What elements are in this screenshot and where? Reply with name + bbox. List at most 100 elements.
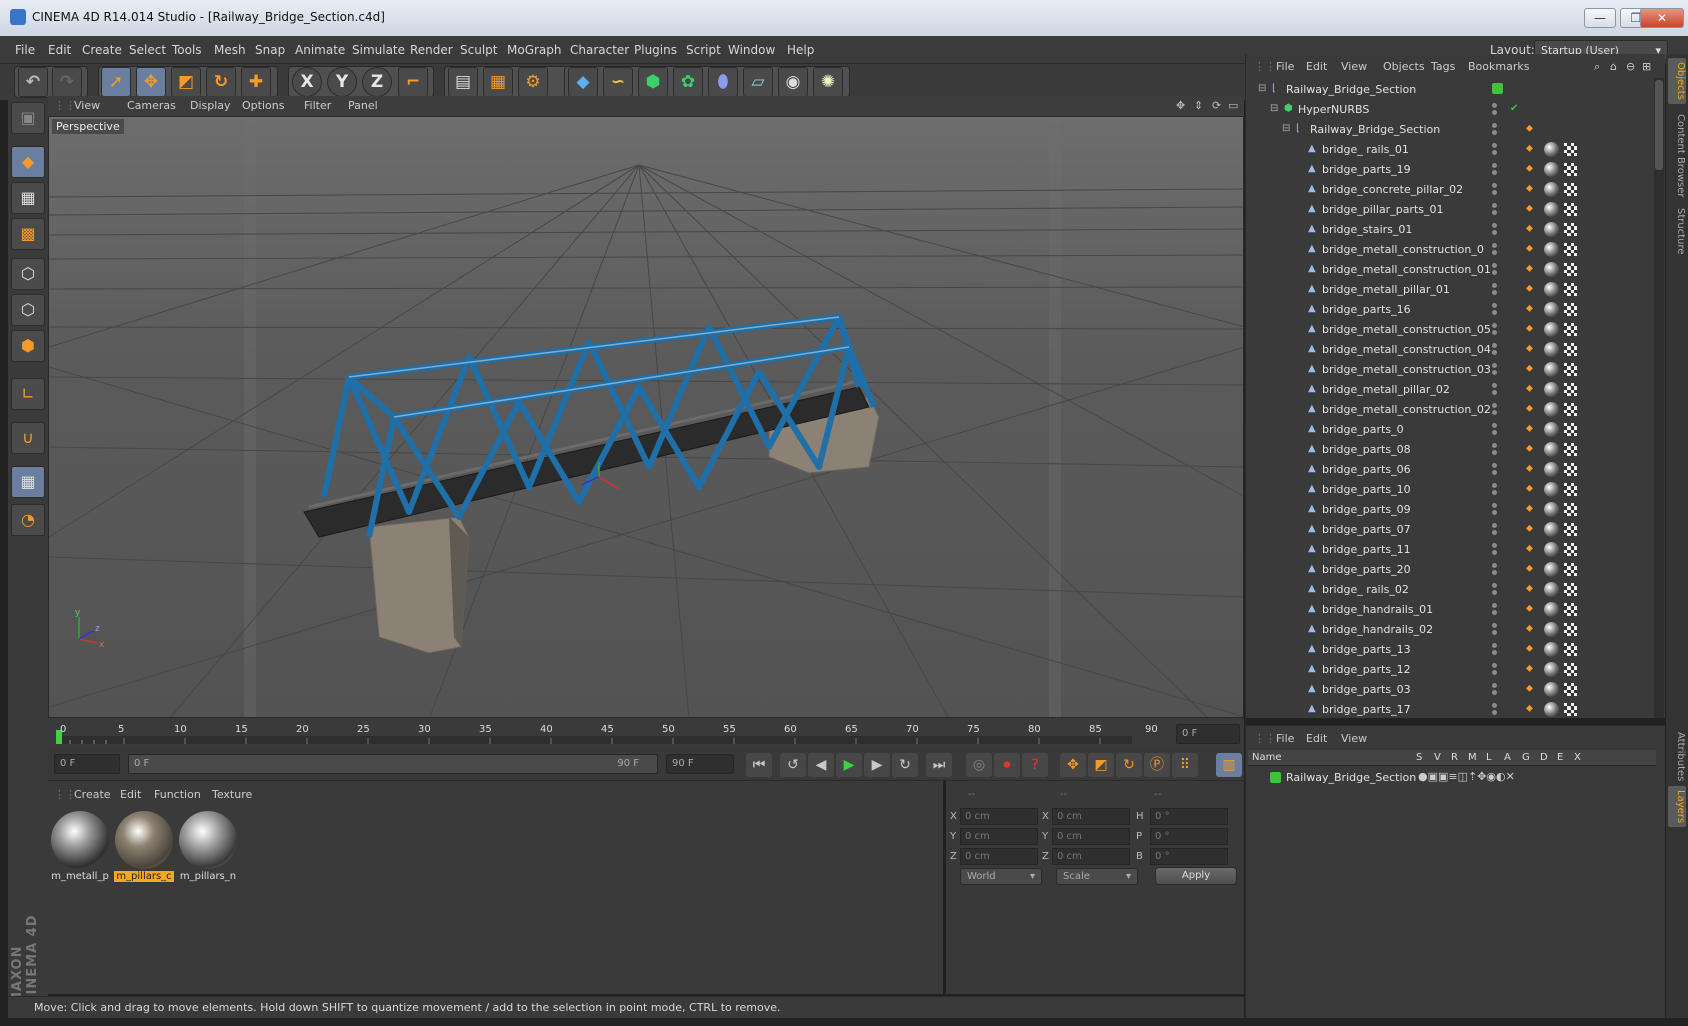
start-frame-field[interactable]: 0 F xyxy=(54,754,120,774)
rot-b-field[interactable]: 0 ° xyxy=(1150,848,1228,865)
uvw-tag-icon[interactable] xyxy=(1564,163,1577,176)
material-tag-icon[interactable] xyxy=(1544,422,1559,437)
new-panel-icon[interactable]: ⊞ xyxy=(1642,60,1651,73)
uvw-tag-icon[interactable] xyxy=(1564,143,1577,156)
current-frame-field[interactable]: 0 F xyxy=(1176,724,1240,744)
cube-icon[interactable]: ◆ xyxy=(568,67,598,97)
menu-script[interactable]: Script xyxy=(686,43,721,57)
coord-type-select[interactable]: Scale ▾ xyxy=(1056,868,1138,885)
layer-col-r[interactable]: R xyxy=(1451,752,1458,763)
phong-tag-icon[interactable]: ⬥ xyxy=(1526,224,1536,234)
object-row[interactable]: ▲ bridge_parts_10 ⬥ xyxy=(1248,480,1650,499)
visibility-dots[interactable] xyxy=(1492,363,1504,377)
material-tag-icon[interactable] xyxy=(1544,462,1559,477)
camera-icon[interactable]: ◉ xyxy=(778,67,808,97)
expand-toggle-icon[interactable]: ⊟ xyxy=(1282,124,1292,134)
object-row[interactable]: ▲ bridge_metall_construction_0 ⬥ xyxy=(1248,240,1650,259)
material-tag-icon[interactable] xyxy=(1544,622,1559,637)
menu-file[interactable]: File xyxy=(15,43,35,57)
menu-render[interactable]: Render xyxy=(410,43,453,57)
axis-mode-icon[interactable]: ∟ xyxy=(11,378,45,410)
layer-col-g[interactable]: G xyxy=(1522,752,1530,763)
prev-frame-icon[interactable]: ◀ xyxy=(808,753,834,777)
home-icon[interactable]: ⌂ xyxy=(1610,60,1617,73)
viewport-nav-zoom-icon[interactable]: ⇕ xyxy=(1194,99,1203,112)
search-icon[interactable]: ⌕ xyxy=(1594,60,1600,74)
tab-structure[interactable]: Structure xyxy=(1668,204,1686,259)
menu-simulate[interactable]: Simulate xyxy=(352,43,405,57)
layer-col-e[interactable]: E xyxy=(1557,752,1563,763)
material-tag-icon[interactable] xyxy=(1544,142,1559,157)
object-scrollbar[interactable] xyxy=(1654,78,1664,718)
menu-sculpt[interactable]: Sculpt xyxy=(460,43,497,57)
phong-tag-icon[interactable]: ⬥ xyxy=(1526,264,1536,274)
timeline[interactable]: 0 5 10 15 20 25 30 35 40 45 50 55 60 65 … xyxy=(48,718,1244,748)
key-position-icon[interactable]: ✥ xyxy=(1060,753,1086,777)
uvw-tag-icon[interactable] xyxy=(1564,203,1577,216)
object-row[interactable]: ▲ bridge_parts_17 ⬥ xyxy=(1248,700,1650,719)
uvw-tag-icon[interactable] xyxy=(1564,703,1577,716)
phong-tag-icon[interactable]: ⬥ xyxy=(1526,384,1536,394)
viewport-nav-move-icon[interactable]: ✥ xyxy=(1176,99,1185,112)
visibility-dots[interactable] xyxy=(1492,343,1504,357)
material-tag-icon[interactable] xyxy=(1544,282,1559,297)
visibility-dots[interactable] xyxy=(1492,303,1504,317)
uvw-tag-icon[interactable] xyxy=(1564,223,1577,236)
undo-icon[interactable]: ↶ xyxy=(18,67,48,97)
uvw-tag-icon[interactable] xyxy=(1564,363,1577,376)
make-editable-icon[interactable]: ▣ xyxy=(11,102,45,134)
material-tag-icon[interactable] xyxy=(1544,602,1559,617)
layer-col-l[interactable]: L xyxy=(1486,752,1492,763)
edges-mode-icon[interactable]: ⬡ xyxy=(11,294,45,326)
phong-tag-icon[interactable]: ⬥ xyxy=(1526,484,1536,494)
mat-menu-edit[interactable]: Edit xyxy=(120,788,141,801)
move-icon[interactable]: ✥ xyxy=(136,67,166,97)
layer-menu-file[interactable]: File xyxy=(1276,732,1294,745)
material-swatch-selected[interactable]: m_pillars_c xyxy=(114,811,174,891)
phong-tag-icon[interactable]: ⬥ xyxy=(1526,124,1536,134)
material-tag-icon[interactable] xyxy=(1544,362,1559,377)
polygons-mode-icon[interactable]: ⬢ xyxy=(11,330,45,362)
phong-tag-icon[interactable]: ⬥ xyxy=(1526,524,1536,534)
obj-menu-tags[interactable]: Tags xyxy=(1431,60,1455,73)
material-tag-icon[interactable] xyxy=(1544,222,1559,237)
phong-tag-icon[interactable]: ⬥ xyxy=(1526,444,1536,454)
visibility-dots[interactable] xyxy=(1492,163,1504,177)
material-tag-icon[interactable] xyxy=(1544,202,1559,217)
visibility-dots[interactable] xyxy=(1492,243,1504,257)
uvw-tag-icon[interactable] xyxy=(1564,283,1577,296)
prev-key-icon[interactable]: ↺ xyxy=(780,753,806,777)
object-row[interactable]: ▲ bridge_ rails_02 ⬥ xyxy=(1248,580,1650,599)
phong-tag-icon[interactable]: ⬥ xyxy=(1526,604,1536,614)
uvw-tag-icon[interactable] xyxy=(1564,243,1577,256)
viewport-nav-rotate-icon[interactable]: ⟳ xyxy=(1212,99,1221,112)
object-row-hypernurbs[interactable]: ⊟ ⬢ HyperNURBS ✔ xyxy=(1248,100,1650,119)
phong-tag-icon[interactable]: ⬥ xyxy=(1526,504,1536,514)
visibility-dots[interactable] xyxy=(1492,183,1504,197)
size-x-field[interactable]: 0 cm xyxy=(1052,808,1130,825)
phong-tag-icon[interactable]: ⬥ xyxy=(1526,584,1536,594)
tab-objects[interactable]: Objects xyxy=(1668,58,1686,104)
uvw-tag-icon[interactable] xyxy=(1564,503,1577,516)
object-row[interactable]: ▲ bridge_metall_construction_01 ⬥ xyxy=(1248,260,1650,279)
menu-window[interactable]: Window xyxy=(728,43,775,57)
layer-menu-view[interactable]: View xyxy=(1341,732,1367,745)
go-to-end-icon[interactable]: ⏭ xyxy=(926,753,952,777)
autokey-icon[interactable]: ? xyxy=(1022,753,1048,777)
layer-col-d[interactable]: D xyxy=(1540,752,1548,763)
rotate-icon[interactable]: ↻ xyxy=(206,67,236,97)
lock-icon[interactable]: ◔ xyxy=(11,504,45,536)
layer-col-m[interactable]: M xyxy=(1468,752,1477,763)
collapse-icon[interactable]: ⊖ xyxy=(1626,60,1635,73)
material-tag-icon[interactable] xyxy=(1544,662,1559,677)
visibility-dots[interactable] xyxy=(1492,623,1504,637)
tab-content-browser[interactable]: Content Browser xyxy=(1668,110,1686,201)
object-row[interactable]: ▲ bridge_metall_pillar_02 ⬥ xyxy=(1248,380,1650,399)
uvw-tag-icon[interactable] xyxy=(1564,263,1577,276)
phong-tag-icon[interactable]: ⬥ xyxy=(1526,464,1536,474)
mat-menu-create[interactable]: Create xyxy=(74,788,111,801)
phong-tag-icon[interactable]: ⬥ xyxy=(1526,344,1536,354)
phong-tag-icon[interactable]: ⬥ xyxy=(1526,624,1536,634)
phong-tag-icon[interactable]: ⬥ xyxy=(1526,184,1536,194)
material-tag-icon[interactable] xyxy=(1544,582,1559,597)
